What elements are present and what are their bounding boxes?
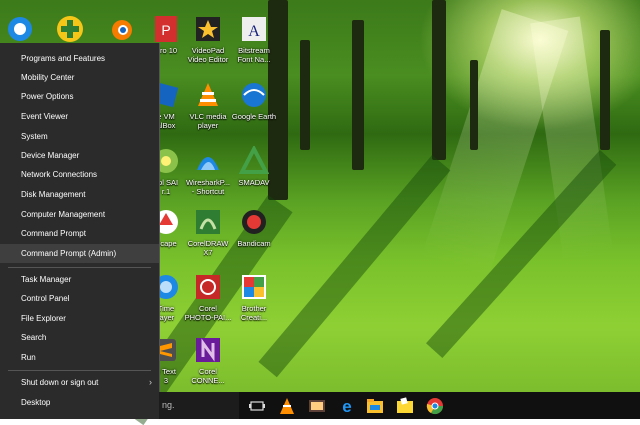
tree-trunk bbox=[300, 40, 310, 150]
edge-icon[interactable]: e bbox=[337, 396, 357, 416]
menu-item-disk-management[interactable]: Disk Management bbox=[0, 185, 159, 204]
tree-trunk bbox=[470, 60, 478, 150]
taskbar: ng. e bbox=[159, 392, 640, 419]
menu-item-label: Computer Management bbox=[21, 210, 106, 219]
menu-item-shut-down-or-sign-out[interactable]: Shut down or sign out › bbox=[0, 373, 159, 392]
menu-item-event-viewer[interactable]: Event Viewer bbox=[0, 107, 159, 126]
taskbar-search-box[interactable]: ng. bbox=[159, 392, 239, 419]
menu-item-label: Run bbox=[21, 353, 36, 362]
menu-item-label: Device Manager bbox=[21, 151, 80, 160]
tree-trunk bbox=[600, 30, 610, 150]
menu-item-label: Disk Management bbox=[21, 190, 86, 199]
menu-item-label: Command Prompt (Admin) bbox=[21, 249, 117, 258]
desktop-icon-google-earth[interactable]: Google Earth bbox=[230, 80, 278, 121]
desktop-icon-label: Brother Creati... bbox=[240, 304, 268, 322]
menu-item-label: Event Viewer bbox=[21, 112, 68, 121]
desktop-icon-videopad[interactable]: VideoPad Video Editor bbox=[184, 14, 232, 64]
desktop-icon-label: Bandicam bbox=[237, 239, 271, 248]
winx-power-user-menu: Programs and Features Mobility Center Po… bbox=[0, 43, 160, 419]
tree-trunk bbox=[352, 20, 364, 170]
bitstream-font-icon: A bbox=[239, 14, 269, 44]
corel-connect-icon bbox=[193, 335, 223, 365]
menu-item-label: System bbox=[21, 132, 48, 141]
menu-item-device-manager[interactable]: Device Manager bbox=[0, 146, 159, 165]
plus-circle-icon bbox=[55, 14, 85, 44]
file-explorer-icon[interactable] bbox=[365, 396, 385, 416]
desktop-icon-addon[interactable] bbox=[46, 14, 94, 44]
desktop-icon-label: SMADAV bbox=[238, 178, 270, 187]
desktop-icon-label: WiresharkP... - Shortcut bbox=[185, 178, 231, 196]
desktop-icon-corel-connect[interactable]: Corel CONNE... bbox=[184, 335, 232, 385]
desktop-icon-smadav[interactable]: SMADAV bbox=[230, 144, 278, 187]
folder-icon[interactable] bbox=[395, 396, 415, 416]
menu-item-computer-management[interactable]: Computer Management bbox=[0, 205, 159, 224]
menu-item-mobility-center[interactable]: Mobility Center bbox=[0, 68, 159, 87]
menu-item-file-explorer[interactable]: File Explorer bbox=[0, 309, 159, 328]
menu-separator bbox=[8, 267, 151, 268]
svg-text:A: A bbox=[248, 23, 260, 40]
menu-item-search[interactable]: Search bbox=[0, 328, 159, 347]
menu-item-label: Desktop bbox=[21, 398, 51, 407]
menu-item-control-panel[interactable]: Control Panel bbox=[0, 289, 159, 308]
desktop-icon-network[interactable] bbox=[0, 14, 44, 44]
menu-item-programs-and-features[interactable]: Programs and Features bbox=[0, 49, 159, 68]
menu-item-command-prompt-admin[interactable]: Command Prompt (Admin) bbox=[0, 244, 159, 263]
desktop-icon-label: CorelDRAW X7 bbox=[187, 239, 229, 257]
blender-icon bbox=[105, 14, 135, 44]
desktop-icon-bandicam[interactable]: Bandicam bbox=[230, 207, 278, 248]
desktop-icon-vlc[interactable]: VLC media player bbox=[184, 80, 232, 130]
task-view-icon[interactable] bbox=[247, 396, 267, 416]
menu-item-network-connections[interactable]: Network Connections bbox=[0, 165, 159, 184]
google-earth-icon bbox=[239, 80, 269, 110]
menu-item-label: File Explorer bbox=[21, 314, 66, 323]
menu-separator bbox=[8, 370, 151, 371]
menu-item-task-manager[interactable]: Task Manager bbox=[0, 270, 159, 289]
desktop-icon-coreldraw[interactable]: CorelDRAW X7 bbox=[184, 207, 232, 257]
network-icon bbox=[5, 14, 35, 44]
chevron-right-icon: › bbox=[149, 377, 152, 387]
svg-text:P: P bbox=[161, 22, 170, 38]
menu-item-label: Power Options bbox=[21, 92, 74, 101]
svg-text:e: e bbox=[342, 397, 351, 416]
desktop-icon-label: VLC media player bbox=[189, 112, 227, 130]
vlc-taskbar-icon[interactable] bbox=[277, 396, 297, 416]
brother-creative-icon bbox=[239, 272, 269, 302]
menu-item-label: Programs and Features bbox=[21, 54, 106, 63]
desktop-icon-bitstream[interactable]: A Bitstream Font Na... bbox=[230, 14, 278, 64]
smadav-icon bbox=[238, 144, 270, 176]
menu-item-label: Mobility Center bbox=[21, 73, 75, 82]
menu-item-command-prompt[interactable]: Command Prompt bbox=[0, 224, 159, 243]
search-box-text: ng. bbox=[162, 400, 175, 410]
coreldraw-icon bbox=[193, 207, 223, 237]
desktop-icon-brother-creative[interactable]: Brother Creati... bbox=[230, 272, 278, 322]
wireshark-icon bbox=[193, 146, 223, 176]
menu-item-run[interactable]: Run bbox=[0, 348, 159, 367]
menu-item-label: Task Manager bbox=[21, 275, 72, 284]
desktop-icon-blender[interactable] bbox=[96, 14, 144, 44]
menu-item-label: Shut down or sign out bbox=[21, 378, 99, 387]
media-taskbar-icon[interactable] bbox=[307, 396, 327, 416]
desktop-icon-label: Corel PHOTO-PAI... bbox=[184, 304, 232, 322]
chrome-icon[interactable] bbox=[425, 396, 445, 416]
menu-item-system[interactable]: System bbox=[0, 127, 159, 146]
desktop-icon-corel-photopaint[interactable]: Corel PHOTO-PAI... bbox=[184, 272, 232, 322]
menu-item-label: Search bbox=[21, 333, 47, 342]
desktop-icon-label: Google Earth bbox=[231, 112, 277, 121]
menu-item-power-options[interactable]: Power Options bbox=[0, 87, 159, 106]
menu-item-desktop[interactable]: Desktop bbox=[0, 393, 159, 412]
pdf-editor-icon: P bbox=[151, 14, 181, 44]
desktop-icon-wireshark[interactable]: WiresharkP... - Shortcut bbox=[184, 146, 232, 196]
desktop-icon-label: Bitstream Font Na... bbox=[237, 46, 271, 64]
vlc-icon bbox=[193, 80, 223, 110]
videopad-icon bbox=[193, 14, 223, 44]
menu-item-label: Network Connections bbox=[21, 170, 98, 179]
menu-item-label: Command Prompt bbox=[21, 229, 86, 238]
menu-item-label: Control Panel bbox=[21, 294, 70, 303]
tree-trunk bbox=[432, 0, 446, 160]
bandicam-icon bbox=[239, 207, 269, 237]
corel-photopaint-icon bbox=[193, 272, 223, 302]
desktop-icon-label: Corel CONNE... bbox=[191, 367, 225, 385]
desktop-icon-label: VideoPad Video Editor bbox=[187, 46, 229, 64]
